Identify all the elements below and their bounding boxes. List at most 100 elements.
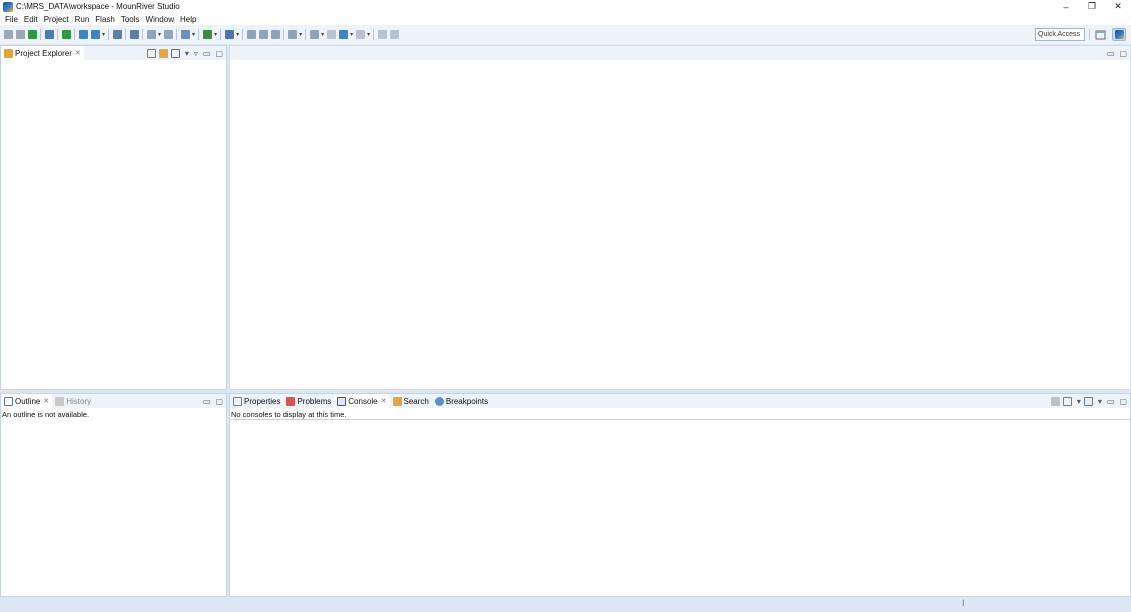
- toolbar-dropdown-icon[interactable]: ▾: [350, 31, 353, 38]
- menu-project[interactable]: Project: [41, 15, 72, 24]
- perspective-separator: [1089, 29, 1090, 40]
- package-icon[interactable]: [180, 30, 190, 39]
- filter-dropdown-icon[interactable]: ▾: [185, 49, 189, 58]
- debug-icon[interactable]: [202, 30, 212, 39]
- maximize-view-icon[interactable]: ▢: [215, 397, 223, 406]
- menu-window[interactable]: Window: [143, 15, 177, 24]
- open-console-dropdown-icon[interactable]: ▾: [1098, 397, 1102, 406]
- console-tools: ▾ ▾ ▭ ▢: [1048, 394, 1127, 408]
- build-project-icon[interactable]: [27, 30, 37, 39]
- toolbar-separator: [74, 29, 75, 40]
- toolbar-separator: [305, 29, 307, 40]
- menu-edit[interactable]: Edit: [21, 15, 41, 24]
- tab-properties[interactable]: Properties: [230, 394, 283, 408]
- menu-run[interactable]: Run: [72, 15, 93, 24]
- minimize-view-icon[interactable]: ▭: [203, 49, 211, 58]
- previous-annotation-icon[interactable]: [309, 30, 319, 39]
- pin-editor-icon[interactable]: [377, 30, 387, 39]
- download-icon[interactable]: [61, 30, 71, 39]
- outline-icon: [4, 396, 13, 406]
- toolbar-separator: [142, 29, 144, 40]
- toolbar-separator: [198, 29, 200, 40]
- forward-icon[interactable]: [355, 30, 365, 39]
- link-with-editor-icon[interactable]: [158, 48, 168, 58]
- indent-icon[interactable]: [258, 30, 268, 39]
- link-icon[interactable]: [389, 30, 399, 39]
- window-controls: – ❐ ✕: [1053, 0, 1131, 13]
- last-edit-icon[interactable]: [326, 30, 336, 39]
- menu-help[interactable]: Help: [177, 15, 199, 24]
- toolbar-dropdown-icon[interactable]: ▾: [214, 31, 217, 38]
- mounriver-perspective-icon[interactable]: [1112, 28, 1126, 41]
- serial-icon[interactable]: [129, 30, 139, 39]
- toolbar-separator: [125, 29, 127, 40]
- text-cursor-icon: I: [962, 598, 965, 608]
- toolbar-dropdown-icon[interactable]: ▾: [102, 31, 105, 38]
- tab-history[interactable]: History: [52, 394, 94, 408]
- tab-breakpoints[interactable]: Breakpoints: [432, 394, 491, 408]
- toolbar-dropdown-icon[interactable]: ▾: [158, 31, 161, 38]
- project-explorer-header: Project Explorer ✕ ▾ ▿ ▭ ▢: [1, 46, 226, 60]
- close-tab-icon[interactable]: ✕: [75, 49, 81, 57]
- minimize-editor-icon[interactable]: ▭: [1107, 49, 1115, 58]
- tab-search[interactable]: Search: [390, 394, 432, 408]
- toolbar-dropdown-icon[interactable]: ▾: [367, 31, 370, 38]
- maximize-view-icon[interactable]: ▢: [1119, 397, 1127, 406]
- breakpoints-icon: [434, 396, 444, 406]
- minimize-view-icon[interactable]: ▭: [1107, 397, 1115, 406]
- editor-area-header: ▭ ▢: [230, 46, 1130, 60]
- flash-erase-icon[interactable]: [146, 30, 156, 39]
- new-icon[interactable]: [3, 30, 13, 39]
- debug-config-icon[interactable]: [90, 30, 100, 39]
- display-console-dropdown-icon[interactable]: ▾: [1077, 397, 1081, 406]
- tab-properties-label: Properties: [244, 396, 281, 406]
- target-config-icon[interactable]: [78, 30, 88, 39]
- back-icon[interactable]: [338, 30, 348, 39]
- toolbar-dropdown-icon[interactable]: ▾: [321, 31, 324, 38]
- pin-console-icon[interactable]: [1050, 396, 1060, 406]
- open-perspective-icon[interactable]: [1095, 29, 1106, 40]
- tab-breakpoints-label: Breakpoints: [445, 396, 489, 406]
- tab-problems[interactable]: Problems: [283, 394, 334, 408]
- save-icon[interactable]: [15, 30, 25, 39]
- close-tab-icon[interactable]: ✕: [381, 397, 387, 405]
- minimize-button[interactable]: –: [1053, 0, 1079, 13]
- restore-button[interactable]: ❐: [1079, 0, 1105, 13]
- menu-file[interactable]: File: [2, 15, 21, 24]
- terminal-icon[interactable]: [112, 30, 122, 39]
- menu-flash[interactable]: Flash: [92, 15, 118, 24]
- filter-icon[interactable]: [170, 48, 180, 58]
- flash-verify-icon[interactable]: [163, 30, 173, 39]
- outdent-icon[interactable]: [270, 30, 280, 39]
- view-menu-icon[interactable]: ▿: [194, 49, 198, 58]
- tab-console[interactable]: Console ✕: [334, 394, 390, 408]
- print-icon[interactable]: [44, 30, 54, 39]
- open-console-icon[interactable]: [1083, 396, 1093, 406]
- search-tool-icon[interactable]: [224, 30, 234, 39]
- outline-tools: ▭ ▢: [198, 394, 223, 408]
- console-header: Properties Problems Console ✕ Search Bre…: [230, 394, 1130, 408]
- toolbar-separator: [220, 29, 222, 40]
- toolbar-dropdown-icon[interactable]: ▾: [299, 31, 302, 38]
- title-bar: C:\MRS_DATA\workspace - MounRiver Studio…: [0, 0, 1131, 13]
- tab-history-label: History: [66, 396, 92, 406]
- maximize-editor-icon[interactable]: ▢: [1119, 49, 1127, 58]
- tab-project-explorer[interactable]: Project Explorer ✕: [1, 46, 84, 60]
- minimize-view-icon[interactable]: ▭: [203, 397, 211, 406]
- collapse-all-icon[interactable]: [146, 48, 156, 58]
- next-annotation-icon[interactable]: [287, 30, 297, 39]
- display-console-icon[interactable]: [1062, 396, 1072, 406]
- format-icon[interactable]: [246, 30, 256, 39]
- quick-access-field[interactable]: Quick Access: [1035, 28, 1085, 41]
- editor-area[interactable]: ▭ ▢: [229, 45, 1131, 390]
- console-divider: [230, 419, 1130, 420]
- close-button[interactable]: ✕: [1105, 0, 1131, 13]
- close-tab-icon[interactable]: ✕: [43, 397, 49, 405]
- tab-outline[interactable]: Outline ✕: [1, 394, 53, 408]
- project-explorer-tools: ▾ ▿ ▭ ▢: [144, 46, 223, 60]
- toolbar-dropdown-icon[interactable]: ▾: [192, 31, 195, 38]
- maximize-view-icon[interactable]: ▢: [215, 49, 223, 58]
- toolbar-dropdown-icon[interactable]: ▾: [236, 31, 239, 38]
- menu-tools[interactable]: Tools: [118, 15, 143, 24]
- toolbar-separator: [40, 29, 41, 40]
